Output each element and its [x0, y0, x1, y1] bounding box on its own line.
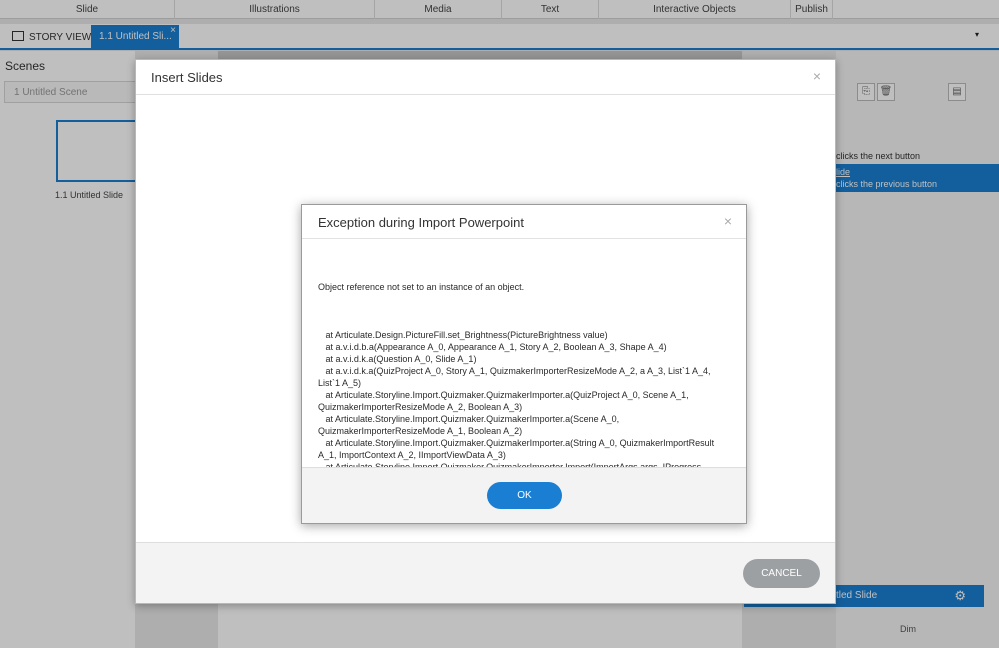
close-icon[interactable]: × [813, 68, 821, 84]
exception-message: Object reference not set to an instance … [318, 282, 525, 292]
ok-button[interactable]: OK [487, 482, 562, 509]
exception-footer: OK [302, 467, 746, 523]
exception-dialog: Exception during Import Powerpoint × Obj… [301, 204, 747, 524]
insert-slides-header: Insert Slides × [136, 60, 835, 95]
close-icon[interactable]: × [724, 213, 732, 229]
exception-title: Exception during Import Powerpoint [318, 215, 524, 230]
insert-slides-footer: CANCEL [136, 542, 835, 603]
exception-header: Exception during Import Powerpoint × [302, 205, 746, 239]
insert-slides-title: Insert Slides [151, 70, 223, 85]
cancel-button[interactable]: CANCEL [743, 559, 820, 588]
